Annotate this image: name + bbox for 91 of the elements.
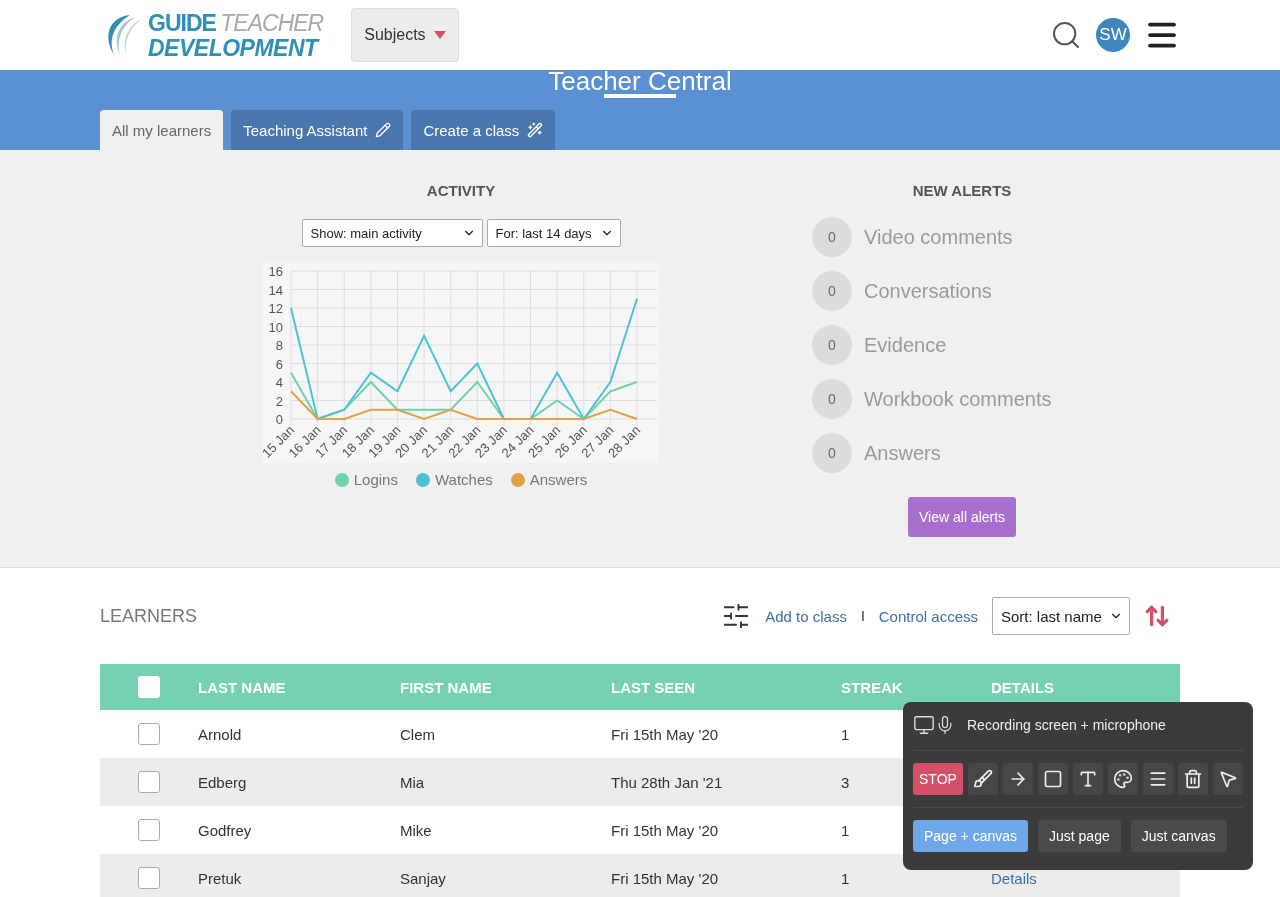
tool-button[interactable] bbox=[1212, 763, 1243, 795]
table-cell: Fri 15th May '20 bbox=[611, 869, 719, 887]
axis-tick-label: 16 bbox=[268, 264, 283, 279]
tab[interactable]: Teaching Assistant bbox=[231, 110, 404, 150]
tool-button[interactable] bbox=[1072, 763, 1103, 795]
table-cell: Sanjay bbox=[400, 869, 446, 887]
axis-tick-label: 4 bbox=[275, 375, 283, 390]
recording-status: Recording screen + microphone bbox=[967, 717, 1166, 733]
select-all-checkbox[interactable] bbox=[138, 676, 160, 698]
column-header: FIRST NAME bbox=[400, 678, 493, 696]
axis-tick-label: 12 bbox=[268, 301, 283, 316]
table-cell: Mike bbox=[400, 821, 432, 839]
mode-button[interactable]: Just page bbox=[1038, 820, 1121, 852]
table-cell: Fri 15th May '20 bbox=[611, 821, 719, 839]
axis-tick-label: 6 bbox=[275, 356, 283, 372]
alert-label: Workbook comments bbox=[864, 387, 1052, 411]
logo-text: GUIDE bbox=[148, 9, 216, 36]
tab[interactable]: Create a class bbox=[411, 110, 556, 150]
section-title: NEW ALERTS bbox=[911, 182, 1013, 199]
stop-button[interactable]: STOP bbox=[913, 763, 963, 795]
row-checkbox[interactable] bbox=[138, 723, 160, 745]
magic-wand-icon bbox=[527, 122, 544, 138]
axis-tick-label: 14 bbox=[268, 282, 283, 298]
logo-text: TEACHER bbox=[220, 9, 324, 36]
logo-text: DEVELOPMENT bbox=[148, 36, 321, 59]
alert-label: Video comments bbox=[864, 225, 1013, 249]
count-badge: 0 bbox=[812, 433, 852, 473]
table-cell: Fri 15th May '20 bbox=[611, 725, 719, 743]
tool-button[interactable] bbox=[967, 763, 998, 795]
column-header: LAST NAME bbox=[198, 678, 287, 696]
details-link[interactable]: Details bbox=[991, 869, 1180, 887]
legend-item: Logins bbox=[334, 471, 398, 488]
page-title: Teacher Central bbox=[547, 70, 733, 96]
tool-button[interactable] bbox=[1177, 763, 1208, 795]
count-badge: 0 bbox=[812, 379, 852, 419]
caret-icon bbox=[433, 31, 446, 39]
table-cell: Edberg bbox=[198, 773, 247, 791]
table-cell: 1 bbox=[841, 725, 850, 743]
table-cell: 1 bbox=[841, 869, 850, 887]
control-access-link[interactable]: Control access bbox=[878, 607, 978, 625]
period-select[interactable]: For: last 14 days bbox=[486, 219, 621, 247]
title-underline bbox=[604, 94, 676, 98]
brush-icon bbox=[972, 769, 993, 789]
tool-button[interactable] bbox=[1037, 763, 1068, 795]
pointer-icon bbox=[1217, 769, 1238, 789]
alert-label: Evidence bbox=[864, 333, 947, 357]
palette-icon bbox=[1112, 769, 1133, 789]
square-icon bbox=[1042, 769, 1063, 789]
legend-item: Watches bbox=[415, 471, 493, 488]
count-badge: 0 bbox=[812, 217, 852, 257]
mode-button[interactable]: Just canvas bbox=[1130, 820, 1227, 852]
tab[interactable]: All my learners bbox=[100, 110, 224, 150]
user-avatar[interactable]: SW bbox=[1096, 18, 1130, 52]
column-header: DETAILS bbox=[991, 678, 1056, 696]
separator: I bbox=[860, 608, 865, 624]
row-checkbox[interactable] bbox=[138, 819, 160, 841]
axis-tick-label: 10 bbox=[268, 319, 283, 335]
view-alerts-button[interactable]: View all alerts bbox=[908, 497, 1017, 537]
alert-label: Conversations bbox=[864, 279, 992, 303]
subjects-dropdown[interactable]: Subjects bbox=[351, 8, 459, 62]
activity-select[interactable]: Show: main activity bbox=[301, 219, 483, 247]
legend-item: Answers bbox=[510, 471, 588, 488]
table-cell: Godfrey bbox=[198, 821, 252, 839]
add-to-class-link[interactable]: Add to class bbox=[765, 607, 847, 625]
section-title: ACTIVITY bbox=[426, 182, 496, 199]
table-cell: 3 bbox=[841, 773, 850, 791]
table-cell: 1 bbox=[841, 821, 850, 839]
tool-button[interactable] bbox=[1107, 763, 1138, 795]
row-checkbox[interactable] bbox=[138, 867, 160, 889]
axis-tick-label: 2 bbox=[275, 393, 283, 409]
tool-button[interactable] bbox=[1142, 763, 1173, 795]
table-cell: Thu 28th Jan '21 bbox=[611, 773, 723, 791]
count-badge: 0 bbox=[812, 325, 852, 365]
table-cell: Pretuk bbox=[198, 869, 242, 887]
axis-tick-label: 8 bbox=[275, 338, 283, 353]
table-cell: Clem bbox=[400, 725, 435, 743]
section-title: LEARNERS bbox=[100, 605, 198, 627]
sort-select[interactable]: Sort: last name bbox=[992, 597, 1130, 635]
search-icon[interactable] bbox=[1050, 19, 1082, 51]
column-header: STREAK bbox=[841, 678, 904, 696]
trash-icon bbox=[1182, 769, 1203, 789]
table-cell: Arnold bbox=[198, 725, 242, 743]
axis-tick-label: 0 bbox=[275, 412, 283, 427]
column-header: LAST SEEN bbox=[611, 678, 697, 696]
row-checkbox[interactable] bbox=[138, 771, 160, 793]
count-badge: 0 bbox=[812, 271, 852, 311]
table-cell: Mia bbox=[400, 773, 425, 791]
pencil-icon bbox=[375, 122, 392, 138]
alert-label: Answers bbox=[864, 441, 941, 465]
tool-button[interactable] bbox=[1002, 763, 1033, 795]
sort-order-icon[interactable] bbox=[1144, 603, 1170, 629]
